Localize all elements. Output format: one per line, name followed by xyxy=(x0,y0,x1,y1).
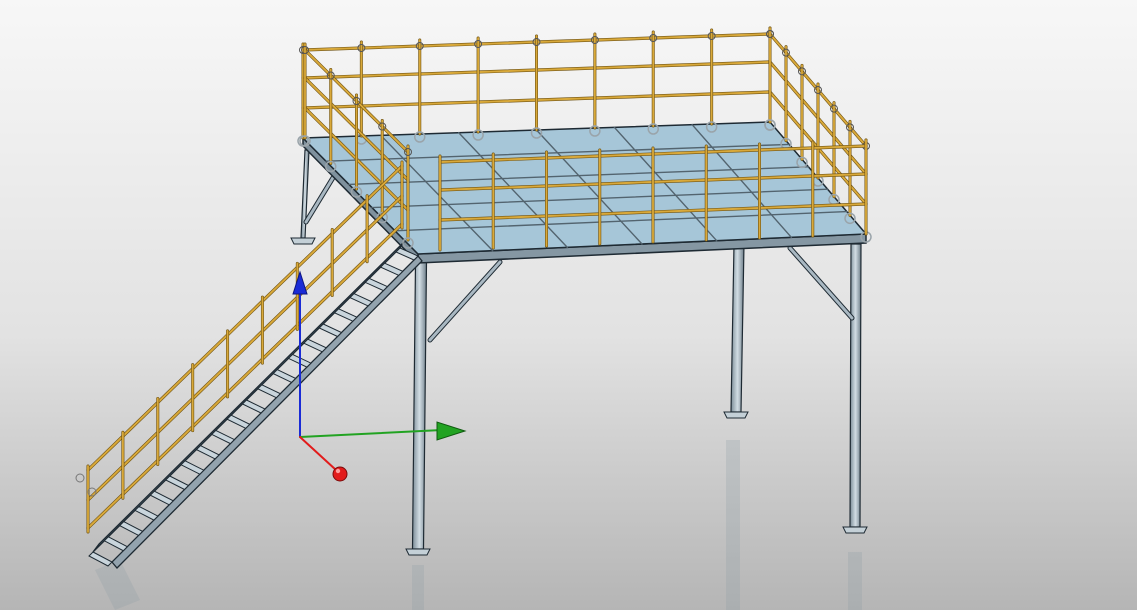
column-body xyxy=(411,261,428,550)
base-plate xyxy=(842,526,868,534)
base-plate xyxy=(723,411,749,419)
model-scene[interactable] xyxy=(0,0,1137,610)
sphere-highlight xyxy=(335,468,341,474)
column-body xyxy=(849,243,862,528)
base-plate xyxy=(290,237,316,245)
3d-viewport[interactable] xyxy=(0,0,1137,610)
x-axis-sphere-handle-icon[interactable] xyxy=(332,466,348,482)
viewport-background xyxy=(0,0,1137,610)
column-body xyxy=(730,243,745,413)
base-plate xyxy=(405,548,431,556)
